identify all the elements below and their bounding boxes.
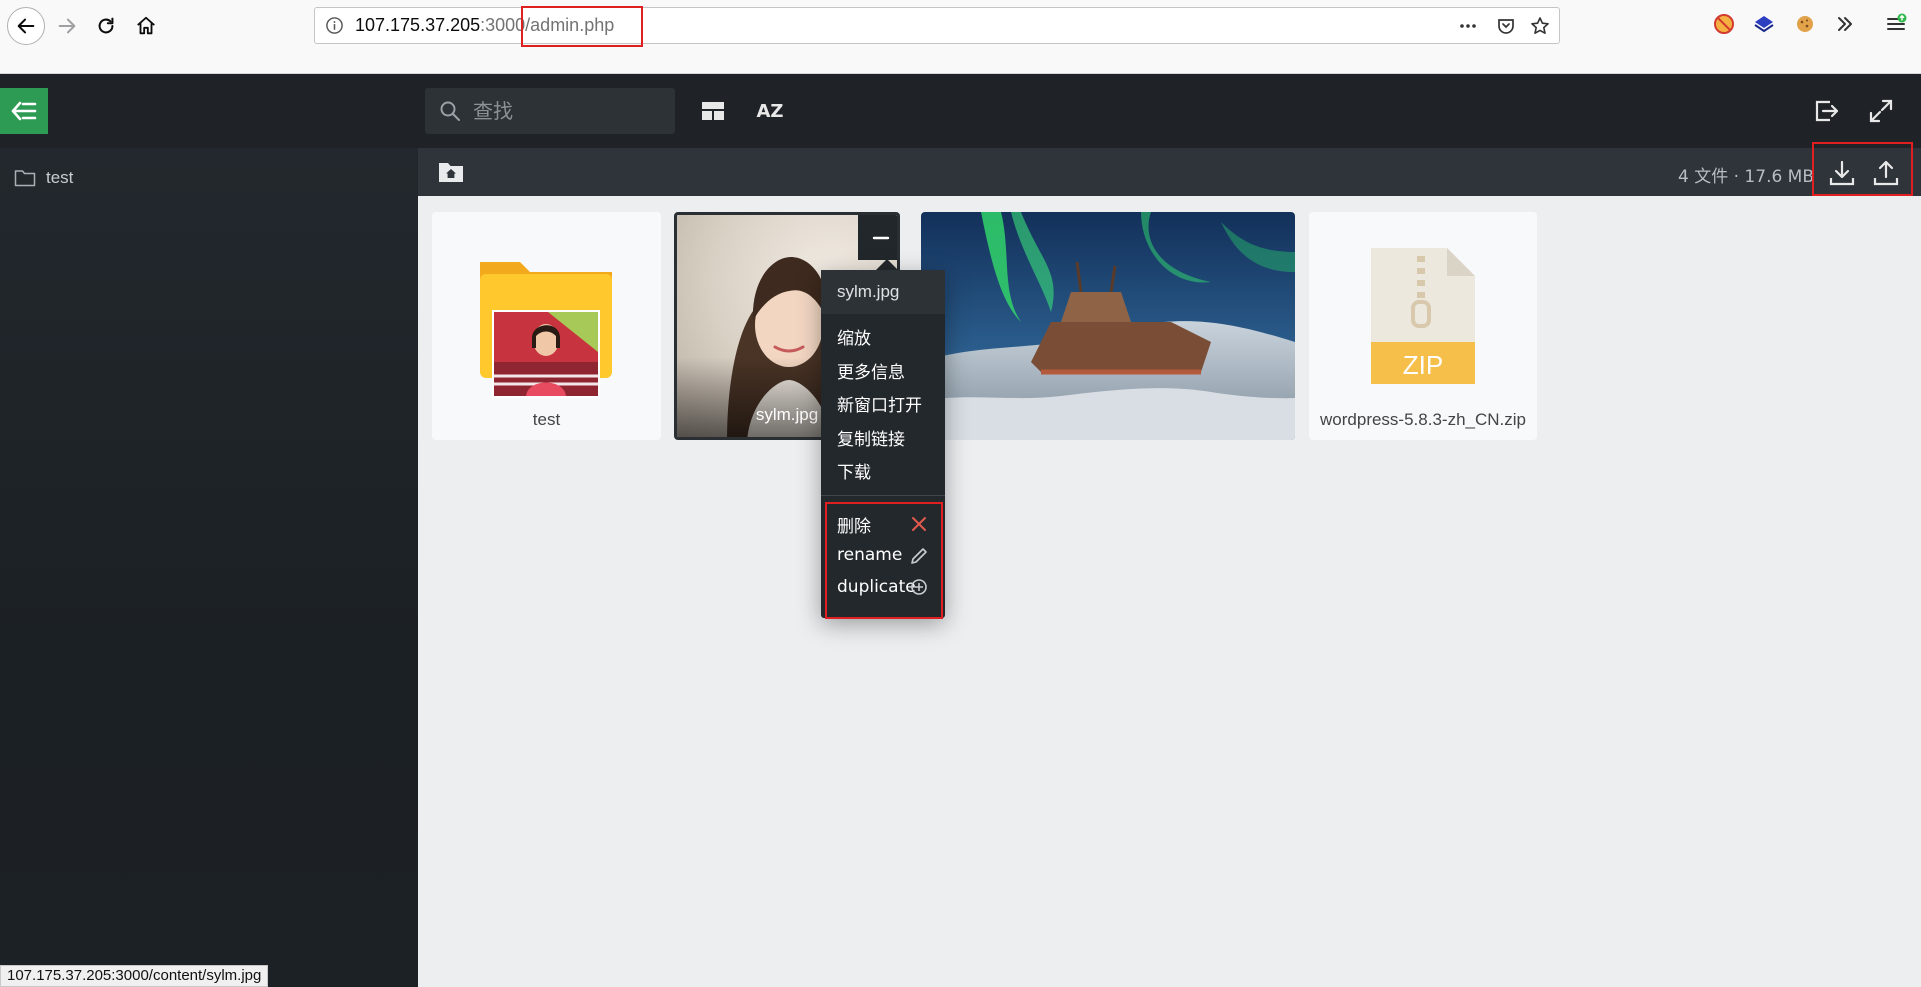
forward-button[interactable] — [48, 7, 86, 45]
overflow-menu-button[interactable] — [1833, 12, 1857, 36]
zip-badge: ZIP — [1402, 350, 1444, 380]
reload-icon — [98, 17, 114, 34]
search-icon — [440, 101, 460, 121]
home-button[interactable] — [127, 7, 165, 45]
sidebar: test — [0, 148, 418, 987]
file-name: wordpress-5.8.3-zh_CN.zip — [1320, 410, 1526, 429]
collapse-menu-icon — [11, 101, 37, 121]
expand-icon — [1869, 99, 1893, 123]
layout-icon — [702, 102, 724, 120]
hamburger-update-icon — [1887, 13, 1907, 30]
sort-az-icon: AZ — [756, 100, 784, 122]
tile-menu-button[interactable] — [858, 215, 897, 260]
menu-item-copy-link[interactable]: 复制链接 — [837, 425, 905, 450]
logout-icon — [1815, 100, 1839, 122]
link-status-bar: 107.175.37.205:3000/content/sylm.jpg — [0, 965, 269, 987]
back-button[interactable] — [7, 7, 45, 45]
app-header: AZ — [0, 74, 1921, 148]
extension-layers-button[interactable] — [1752, 12, 1776, 36]
file-grid: test sylm.jpg ZIP wordpress-5.8.3-zh_CN.… — [418, 196, 1921, 987]
reload-button[interactable] — [87, 7, 125, 45]
home-icon — [137, 16, 155, 35]
context-menu: sylm.jpg 缩放 更多信息 新窗口打开 复制链接 下载 删除 rename… — [821, 270, 945, 619]
aurora-ship-image — [921, 212, 1295, 440]
more-horizontal-icon — [1460, 24, 1476, 28]
extension-blocker-button[interactable] — [1712, 12, 1736, 36]
pocket-button[interactable] — [1495, 15, 1517, 37]
file-tile-image[interactable] — [921, 212, 1295, 440]
url-host: 107.175.37.205 — [355, 15, 481, 35]
minus-icon — [872, 236, 889, 239]
browser-toolbar: 107.175.37.205:3000/admin.php — [0, 0, 1921, 74]
fullscreen-button[interactable] — [1866, 96, 1896, 126]
menu-item-more-info[interactable]: 更多信息 — [837, 358, 905, 383]
info-icon[interactable] — [325, 16, 344, 35]
menu-item-open-new-window[interactable]: 新窗口打开 — [837, 391, 922, 416]
folder-thumbnail — [492, 310, 600, 398]
annotation-box — [521, 6, 643, 47]
sort-button[interactable]: AZ — [755, 96, 785, 126]
search-box[interactable] — [425, 88, 675, 134]
arrow-right-icon — [58, 18, 76, 34]
extension-cookie-button[interactable] — [1793, 12, 1817, 36]
context-menu-title: sylm.jpg — [821, 270, 945, 314]
file-tile-folder[interactable]: test — [432, 212, 661, 440]
app-menu-button[interactable] — [1884, 12, 1908, 36]
sidebar-toggle-button[interactable] — [0, 88, 48, 134]
layout-toggle-button[interactable] — [698, 96, 728, 126]
cookie-icon — [1797, 16, 1813, 32]
layers-icon — [1754, 16, 1774, 33]
folder-icon — [480, 262, 612, 398]
annotation-box — [1812, 142, 1913, 196]
pocket-icon — [1498, 19, 1514, 34]
address-bar[interactable]: 107.175.37.205:3000/admin.php — [314, 6, 1560, 47]
sidebar-item-test[interactable]: test — [14, 168, 73, 188]
logout-button[interactable] — [1811, 96, 1841, 126]
file-tile-zip[interactable]: ZIP wordpress-5.8.3-zh_CN.zip — [1309, 212, 1537, 440]
sidebar-item-label: test — [46, 168, 74, 187]
context-menu-arrow — [876, 259, 898, 270]
chevron-double-right-icon — [1838, 17, 1852, 31]
file-toolbar: 4 文件 · 17.6 MB — [418, 142, 1921, 196]
menu-item-download[interactable]: 下载 — [837, 458, 871, 483]
search-input[interactable] — [473, 88, 668, 134]
file-name: test — [532, 410, 561, 429]
menu-divider — [821, 495, 945, 496]
bookmark-button[interactable] — [1529, 15, 1551, 37]
page-actions-button[interactable] — [1457, 15, 1479, 37]
arrow-left-icon — [17, 18, 35, 34]
star-icon — [1531, 17, 1549, 34]
menu-item-zoom[interactable]: 缩放 — [837, 324, 871, 349]
blocked-extension-icon — [1714, 14, 1734, 34]
file-stats: 4 文件 · 17.6 MB — [1678, 167, 1815, 187]
home-folder-icon[interactable] — [438, 160, 464, 184]
annotation-box — [825, 502, 943, 619]
folder-outline-icon — [14, 170, 36, 187]
